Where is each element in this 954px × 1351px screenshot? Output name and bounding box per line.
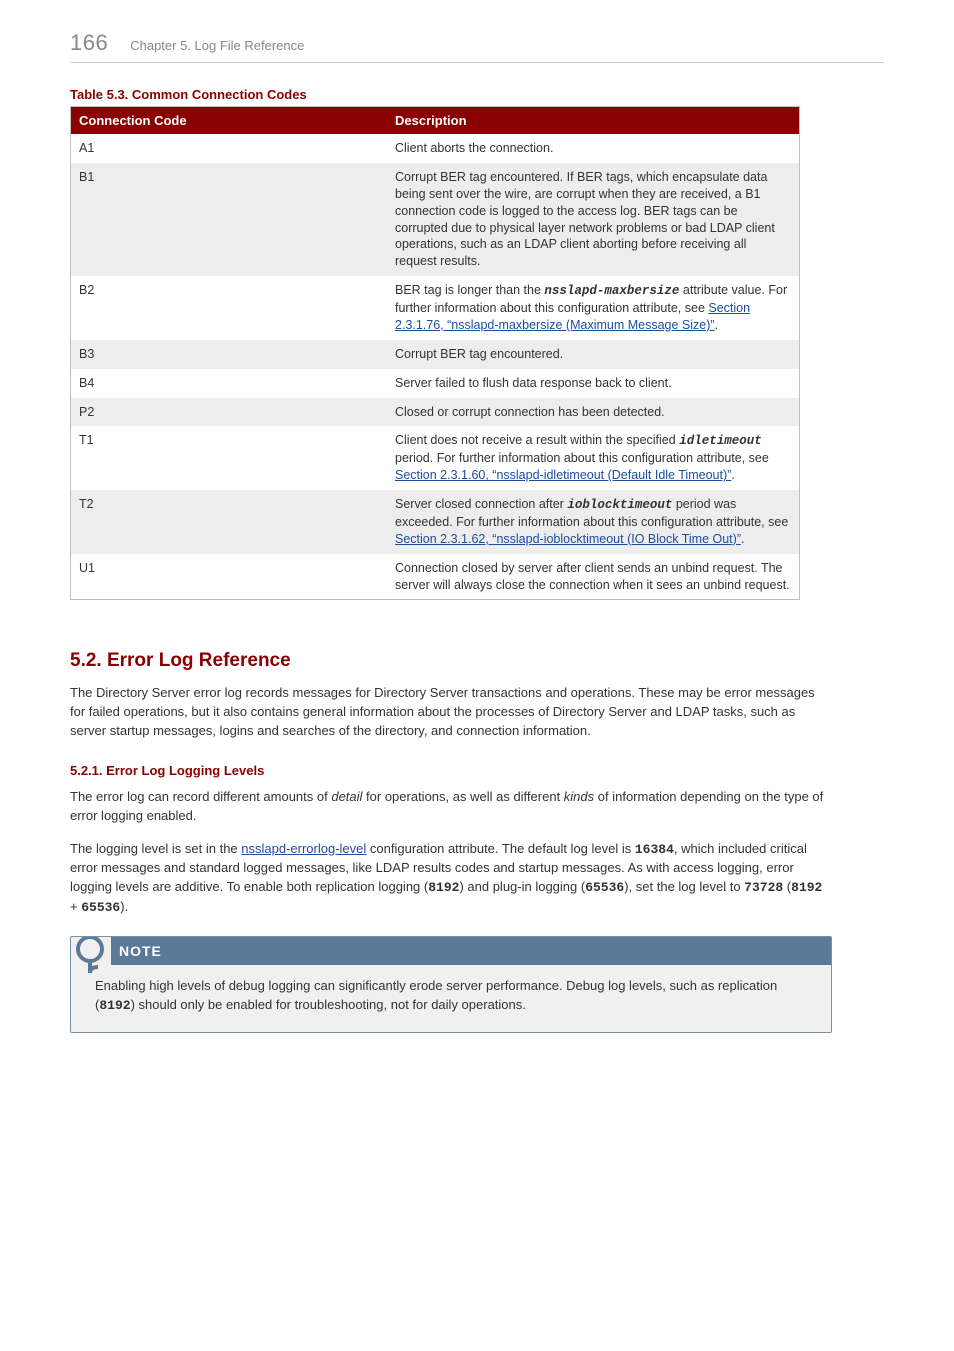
cell-desc: Corrupt BER tag encountered. If BER tags… [387, 163, 800, 276]
cell-desc: Connection closed by server after client… [387, 554, 800, 600]
section-para: The error log can record different amoun… [70, 788, 830, 826]
cell-desc: Corrupt BER tag encountered. [387, 340, 800, 369]
table-row: P2 Closed or corrupt connection has been… [71, 398, 800, 427]
table-caption: Table 5.3. Common Connection Codes [70, 87, 884, 102]
table-row: B4 Server failed to flush data response … [71, 369, 800, 398]
page-number: 166 [70, 30, 108, 56]
cell-desc: BER tag is longer than the nsslapd-maxbe… [387, 276, 800, 340]
connection-codes-table: Connection Code Description A1 Client ab… [70, 106, 800, 600]
attr-name: ioblocktimeout [567, 498, 672, 512]
section-para: The logging level is set in the nsslapd-… [70, 840, 830, 918]
note-title: NOTE [111, 937, 831, 965]
cell-code: B1 [71, 163, 388, 276]
cell-code: T2 [71, 490, 388, 554]
table-row: A1 Client aborts the connection. [71, 134, 800, 163]
cell-code: B3 [71, 340, 388, 369]
cell-desc: Client does not receive a result within … [387, 426, 800, 490]
cell-code: T1 [71, 426, 388, 490]
table-row: T1 Client does not receive a result with… [71, 426, 800, 490]
attr-name: idletimeout [679, 434, 762, 448]
note-admonition: NOTE Enabling high levels of debug loggi… [70, 936, 832, 1033]
section-para: The Directory Server error log records m… [70, 684, 830, 741]
xref-link[interactable]: Section 2.3.1.60, “nsslapd-idletimeout (… [395, 468, 731, 482]
th-desc: Description [387, 107, 800, 135]
cell-desc: Client aborts the connection. [387, 134, 800, 163]
cell-code: P2 [71, 398, 388, 427]
th-code: Connection Code [71, 107, 388, 135]
page-header: 166 Chapter 5. Log File Reference [70, 30, 884, 63]
table-row: U1 Connection closed by server after cli… [71, 554, 800, 600]
cell-code: A1 [71, 134, 388, 163]
cell-desc: Server closed connection after ioblockti… [387, 490, 800, 554]
cell-code: B4 [71, 369, 388, 398]
table-row: B2 BER tag is longer than the nsslapd-ma… [71, 276, 800, 340]
attr-name: nsslapd-maxbersize [544, 284, 679, 298]
attr-link[interactable]: nsslapd-errorlog-level [241, 841, 366, 856]
cell-code: B2 [71, 276, 388, 340]
cell-code: U1 [71, 554, 388, 600]
table-row: T2 Server closed connection after iobloc… [71, 490, 800, 554]
cell-desc: Closed or corrupt connection has been de… [387, 398, 800, 427]
xref-link[interactable]: Section 2.3.1.62, “nsslapd-ioblocktimeou… [395, 532, 741, 546]
chapter-title: Chapter 5. Log File Reference [130, 38, 304, 53]
section-heading: 5.2. Error Log Reference [70, 650, 884, 672]
note-body: Enabling high levels of debug logging ca… [71, 965, 831, 1032]
table-row: B1 Corrupt BER tag encountered. If BER t… [71, 163, 800, 276]
subsection-heading: 5.2.1. Error Log Logging Levels [70, 763, 884, 778]
note-icon [71, 937, 111, 965]
table-row: B3 Corrupt BER tag encountered. [71, 340, 800, 369]
cell-desc: Server failed to flush data response bac… [387, 369, 800, 398]
